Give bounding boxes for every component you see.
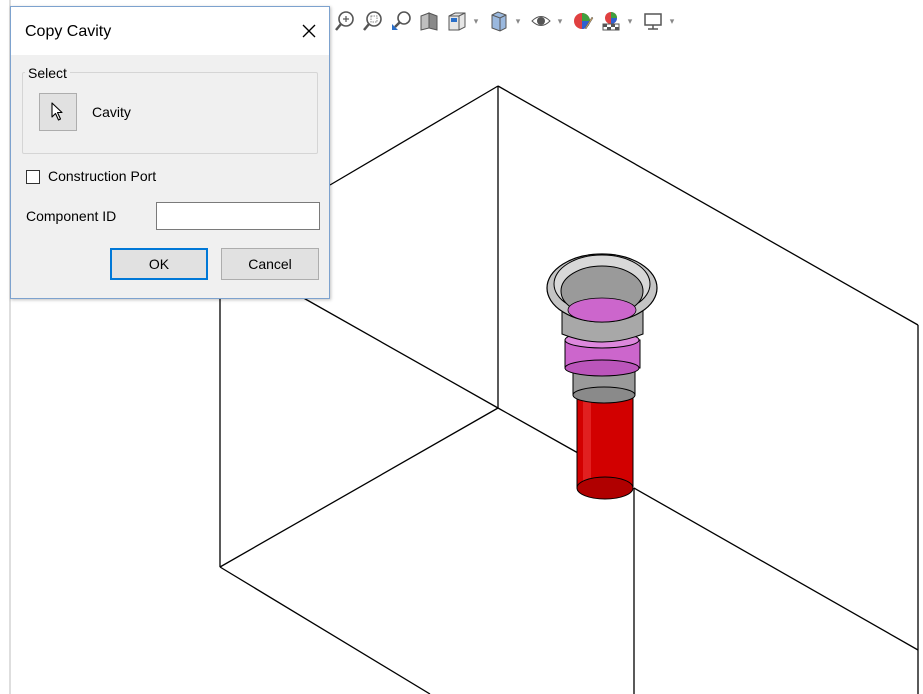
view-orientation-button[interactable] xyxy=(444,8,470,34)
cavity-model[interactable] xyxy=(546,253,658,500)
construction-port-checkbox[interactable] xyxy=(26,170,40,184)
display-style-button[interactable] xyxy=(486,8,512,34)
hide-show-dropdown[interactable]: ▾ xyxy=(556,8,564,34)
component-id-label: Component ID xyxy=(26,208,117,224)
zoom-previous-button[interactable] xyxy=(388,8,414,34)
select-group-label: Select xyxy=(25,65,70,81)
construction-port-label[interactable]: Construction Port xyxy=(48,168,156,184)
display-style-dropdown[interactable]: ▾ xyxy=(514,8,522,34)
pick-target-label: Cavity xyxy=(92,104,131,120)
hide-show-button[interactable] xyxy=(528,8,554,34)
hide-show-icon xyxy=(531,16,551,26)
ok-button[interactable]: OK xyxy=(110,248,208,280)
view-orientation-dropdown[interactable]: ▾ xyxy=(472,8,480,34)
pick-cavity-button[interactable] xyxy=(39,93,77,131)
zoom-window-icon xyxy=(363,11,382,31)
edit-appearance-button[interactable] xyxy=(570,8,596,34)
cancel-button[interactable]: Cancel xyxy=(221,248,319,280)
edit-appearance-icon xyxy=(574,13,594,30)
apply-scene-button[interactable] xyxy=(598,8,624,34)
apply-scene-icon xyxy=(602,12,620,31)
component-id-input[interactable] xyxy=(156,202,320,230)
apply-scene-dropdown[interactable]: ▾ xyxy=(626,8,634,34)
section-view-button[interactable] xyxy=(416,8,442,34)
zoom-to-fit-icon xyxy=(335,11,354,31)
zoom-previous-icon xyxy=(392,11,411,30)
copy-cavity-dialog: Copy Cavity Select Cavity Construction P… xyxy=(10,6,330,299)
close-icon xyxy=(302,24,316,38)
view-settings-button[interactable] xyxy=(640,8,666,34)
zoom-window-button[interactable] xyxy=(360,8,386,34)
cursor-arrow-icon xyxy=(51,102,63,121)
view-toolbar: ▾ ▾ ▾ ▾ ▾ xyxy=(332,6,680,36)
dialog-title: Copy Cavity xyxy=(25,23,112,40)
view-orientation-icon xyxy=(448,12,466,31)
display-style-icon xyxy=(491,11,507,32)
section-view-icon xyxy=(420,12,438,31)
view-settings-icon xyxy=(644,13,662,30)
zoom-to-fit-button[interactable] xyxy=(332,8,358,34)
close-button[interactable] xyxy=(295,17,323,45)
view-settings-dropdown[interactable]: ▾ xyxy=(668,8,676,34)
dialog-titlebar[interactable]: Copy Cavity xyxy=(11,7,329,55)
